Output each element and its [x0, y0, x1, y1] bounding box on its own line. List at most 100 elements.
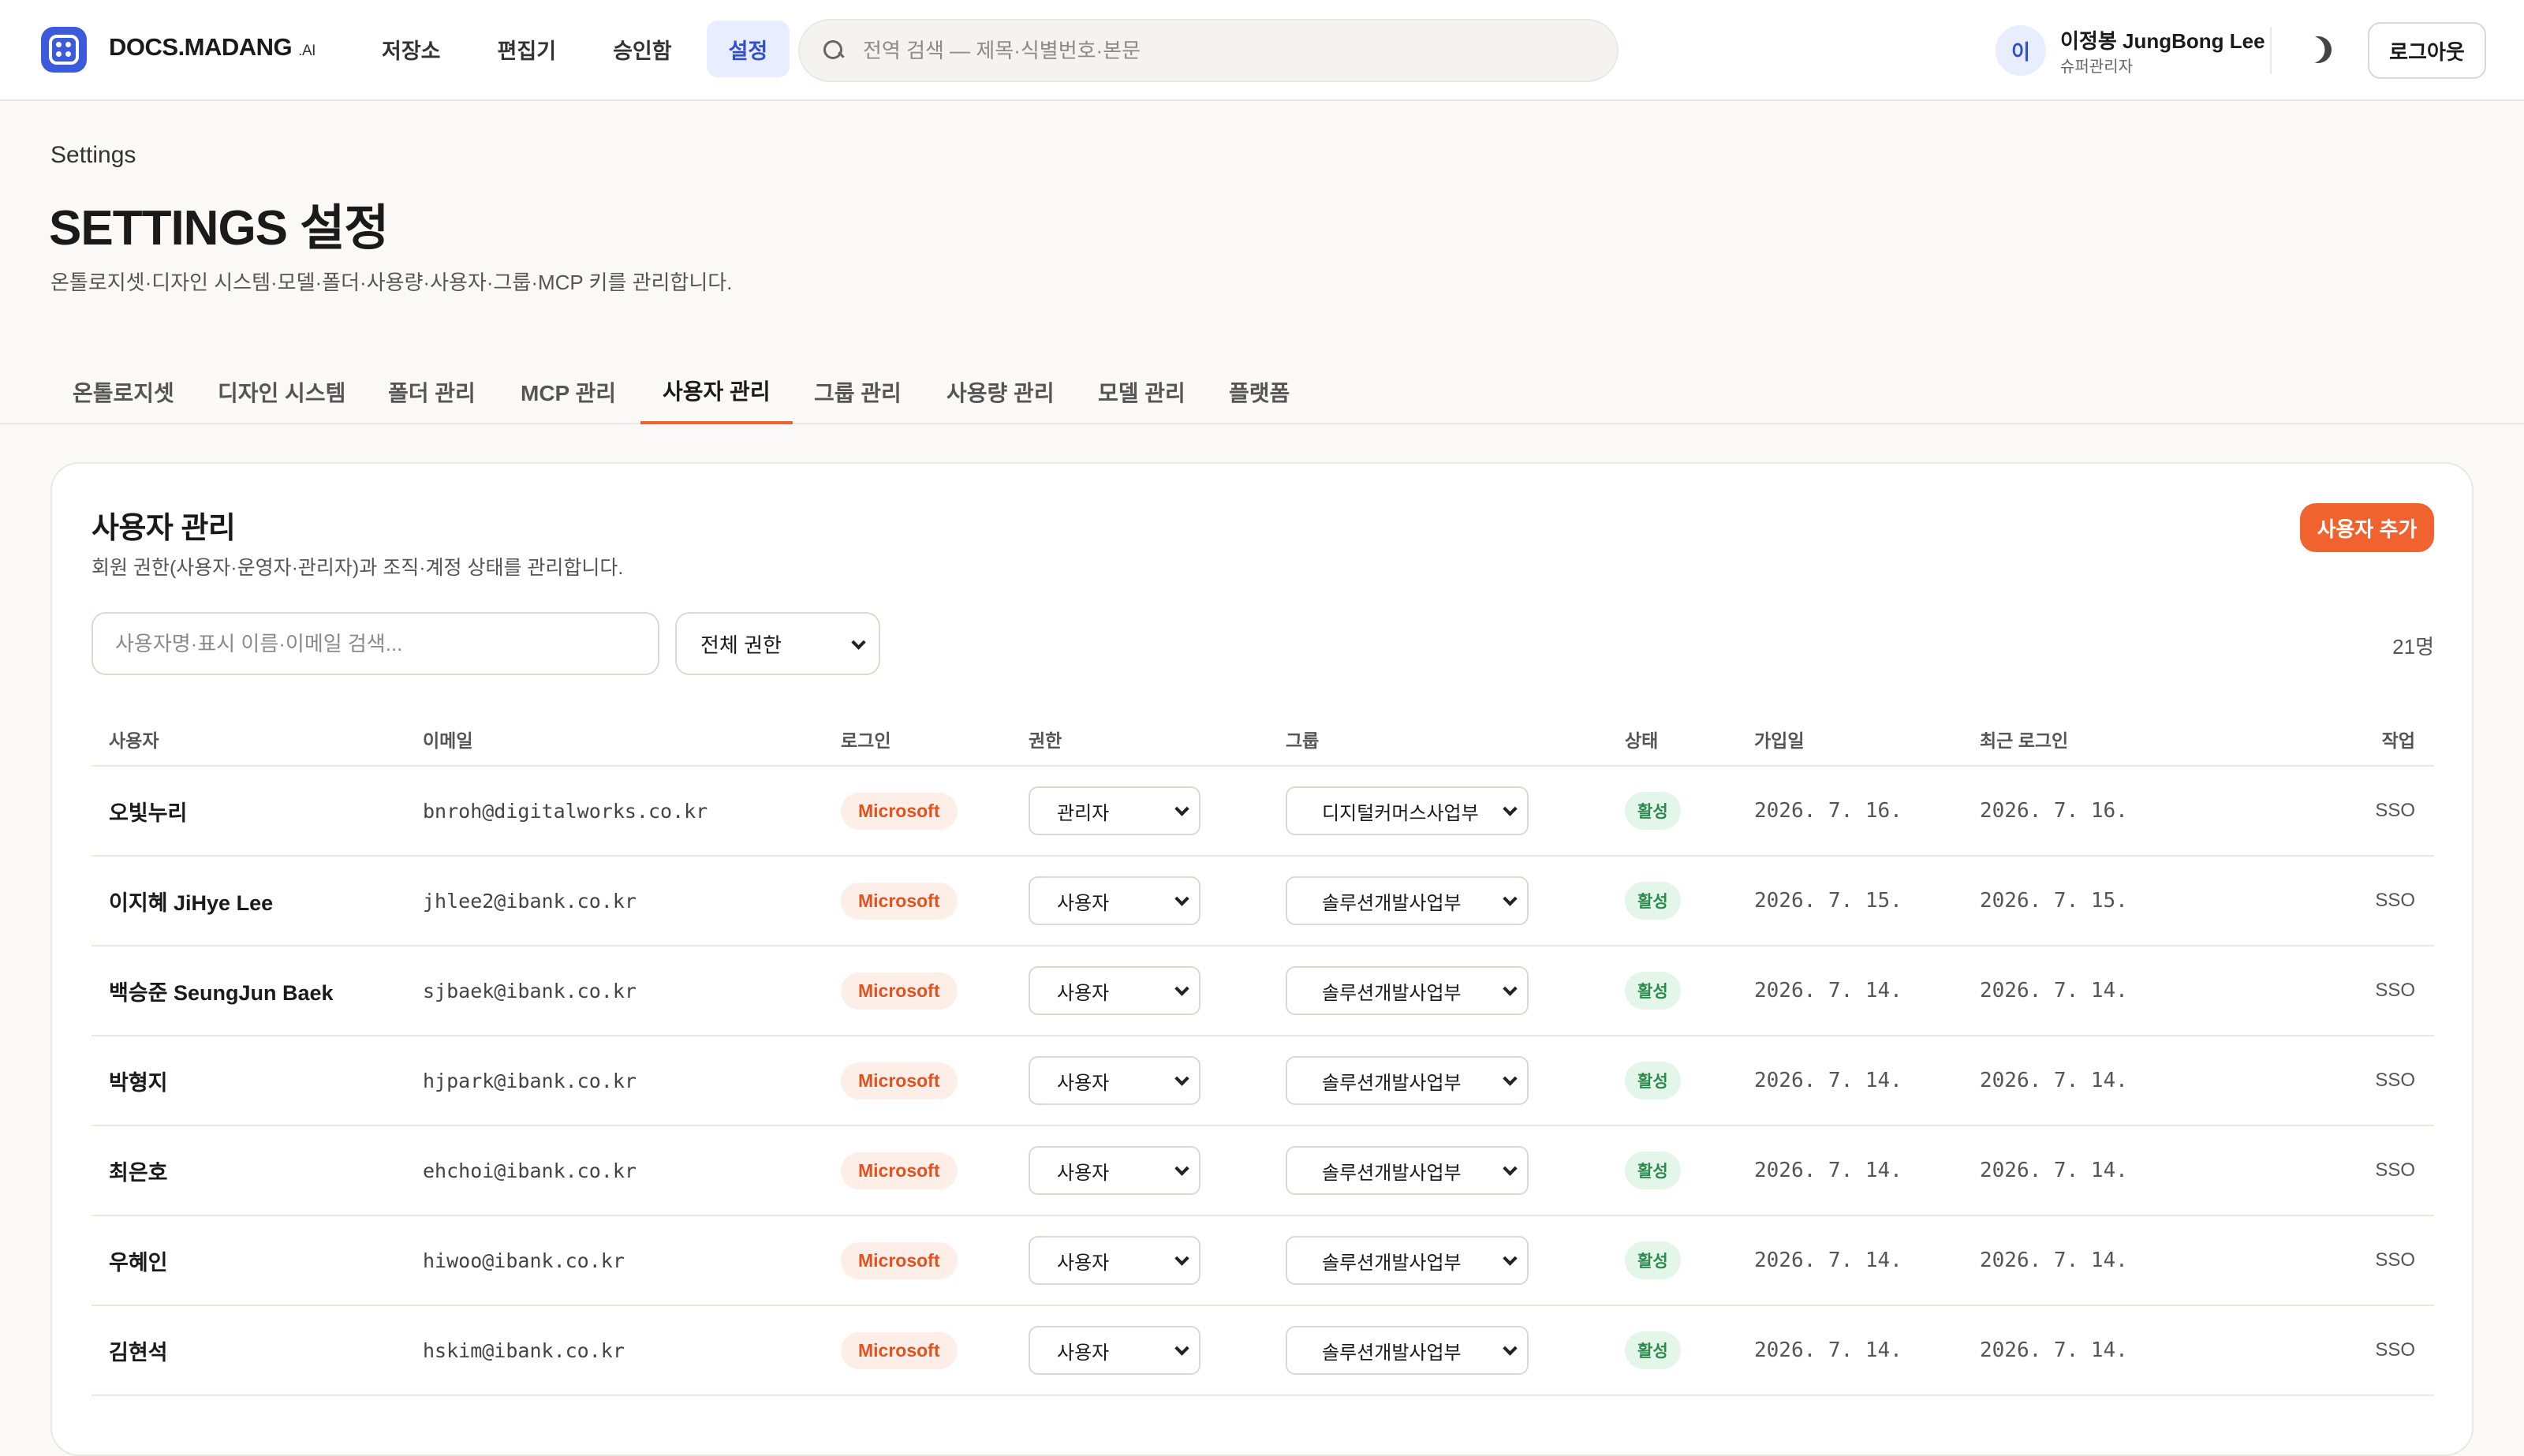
column-header[interactable]: 상태	[1625, 726, 1658, 752]
login-provider-badge: Microsoft	[841, 946, 958, 1035]
chevron-down-icon	[1174, 1251, 1189, 1266]
status-badge: 활성	[1625, 1036, 1681, 1125]
chevron-down-icon	[1503, 801, 1518, 816]
tab-users[interactable]: 사용자 관리	[640, 360, 793, 424]
add-user-button[interactable]: 사용자 추가	[2300, 503, 2434, 552]
last-login-date: 2026. 7. 14.	[1980, 1249, 2128, 1272]
group-select[interactable]: 솔루션개발사업부	[1286, 1146, 1529, 1195]
user-name-cell[interactable]: 오빛누리	[109, 767, 187, 855]
column-header[interactable]: 로그인	[841, 726, 890, 752]
joined-date: 2026. 7. 14.	[1754, 1159, 1902, 1182]
tab-platform[interactable]: 플랫폼	[1207, 360, 1312, 424]
last-login-date: 2026. 7. 14.	[1980, 1069, 2128, 1092]
page-title: SETTINGS 설정	[49, 201, 389, 256]
chevron-down-icon	[1503, 891, 1518, 906]
email-cell: hiwoo@ibank.co.kr	[423, 1249, 625, 1272]
role-select[interactable]: 사용자	[1029, 1056, 1200, 1105]
table-row[interactable]: 오빛누리 bnroh@digitalworks.co.kr Microsoft …	[91, 767, 2434, 857]
user-count: 21명	[2392, 635, 2434, 659]
tab-folders[interactable]: 폴더 관리	[366, 360, 498, 424]
moon-icon[interactable]	[2301, 32, 2335, 67]
role-select[interactable]: 사용자	[1029, 876, 1200, 925]
global-search[interactable]	[798, 19, 1619, 82]
role-select[interactable]: 사용자	[1029, 966, 1200, 1015]
chevron-down-icon	[1174, 1161, 1189, 1176]
action-cell: SSO	[2375, 1249, 2415, 1271]
brand-suffix: .AI	[298, 43, 316, 59]
group-select-value: 솔루션개발사업부	[1322, 892, 1462, 914]
last-login-date: 2026. 7. 14.	[1980, 979, 2128, 1002]
role-select[interactable]: 사용자	[1029, 1146, 1200, 1195]
group-select[interactable]: 솔루션개발사업부	[1286, 1236, 1529, 1285]
tab-mcp[interactable]: MCP 관리	[498, 360, 638, 424]
column-header[interactable]: 작업	[2382, 726, 2415, 752]
chevron-down-icon	[1174, 981, 1189, 996]
role-select-value: 사용자	[1057, 1162, 1110, 1184]
nav-item-repository[interactable]: 저장소	[360, 21, 463, 77]
role-filter-value: 전체 권한	[700, 633, 782, 657]
tab-groups[interactable]: 그룹 관리	[792, 360, 924, 424]
table-row[interactable]: 우혜인 hiwoo@ibank.co.kr Microsoft 사용자 솔루션개…	[91, 1216, 2434, 1306]
role-select[interactable]: 사용자	[1029, 1326, 1200, 1375]
user-name-cell[interactable]: 김현석	[109, 1306, 168, 1394]
user-name-cell[interactable]: 박형지	[109, 1036, 168, 1125]
login-provider-badge: Microsoft	[841, 1216, 958, 1305]
last-login-date: 2026. 7. 14.	[1980, 1159, 2128, 1182]
group-select[interactable]: 솔루션개발사업부	[1286, 876, 1529, 925]
role-select[interactable]: 관리자	[1029, 786, 1200, 835]
table-row[interactable]: 박형지 hjpark@ibank.co.kr Microsoft 사용자 솔루션…	[91, 1036, 2434, 1126]
group-select-value: 디지털커머스사업부	[1322, 802, 1479, 824]
brand[interactable]: DOCS.MADANG .AI	[109, 33, 316, 62]
nav-item-settings[interactable]: 설정	[706, 21, 790, 77]
user-name-cell[interactable]: 최은호	[109, 1126, 168, 1215]
login-provider-label: Microsoft	[841, 1062, 958, 1099]
column-header[interactable]: 권한	[1029, 726, 1062, 752]
chevron-down-icon	[1174, 891, 1189, 906]
chevron-down-icon	[1174, 1341, 1189, 1356]
user-name-cell[interactable]: 이지혜 JiHye Lee	[109, 857, 273, 945]
nav-item-approvals[interactable]: 승인함	[591, 21, 694, 77]
brand-name: DOCS.MADANG	[109, 33, 293, 61]
grid-dots-logo-icon[interactable]	[41, 27, 87, 73]
group-select[interactable]: 솔루션개발사업부	[1286, 1056, 1529, 1105]
top-bar: DOCS.MADANG .AI 저장소 편집기 승인함 설정 이 이정봉 Jung…	[0, 0, 2524, 101]
user-name-cell[interactable]: 백승준 SeungJun Baek	[109, 946, 334, 1035]
user-name-cell[interactable]: 우혜인	[109, 1216, 168, 1305]
table-row[interactable]: 최은호 ehchoi@ibank.co.kr Microsoft 사용자 솔루션…	[91, 1126, 2434, 1216]
user-search-input[interactable]	[91, 612, 659, 675]
role-filter-select[interactable]: 전체 권한	[675, 612, 880, 675]
email-cell: hskim@ibank.co.kr	[423, 1338, 625, 1362]
logout-button[interactable]: 로그아웃	[2368, 22, 2486, 79]
group-select[interactable]: 솔루션개발사업부	[1286, 1326, 1529, 1375]
column-header[interactable]: 사용자	[109, 726, 159, 752]
last-login-date: 2026. 7. 15.	[1980, 889, 2128, 913]
login-provider-label: Microsoft	[841, 1241, 958, 1279]
column-header[interactable]: 최근 로그인	[1980, 726, 2068, 752]
group-select[interactable]: 디지털커머스사업부	[1286, 786, 1529, 835]
column-header[interactable]: 가입일	[1754, 726, 1804, 752]
tab-models[interactable]: 모델 관리	[1076, 360, 1208, 424]
tab-ontology-sets[interactable]: 온톨로지셋	[50, 360, 196, 424]
column-header[interactable]: 그룹	[1286, 726, 1319, 752]
avatar[interactable]: 이	[1996, 25, 2046, 76]
login-provider-badge: Microsoft	[841, 857, 958, 945]
last-login-date: 2026. 7. 14.	[1980, 1338, 2128, 1362]
column-header[interactable]: 이메일	[423, 726, 472, 752]
tab-design-system[interactable]: 디자인 시스템	[196, 360, 368, 424]
global-search-input[interactable]	[863, 38, 1573, 63]
role-select[interactable]: 사용자	[1029, 1236, 1200, 1285]
table-row[interactable]: 이지혜 JiHye Lee jhlee2@ibank.co.kr Microso…	[91, 857, 2434, 946]
user-role: 슈퍼관리자	[2060, 58, 2133, 76]
tab-usage[interactable]: 사용량 관리	[924, 360, 1077, 424]
table-row[interactable]: 백승준 SeungJun Baek sjbaek@ibank.co.kr Mic…	[91, 946, 2434, 1036]
nav-item-editor[interactable]: 편집기	[476, 21, 579, 77]
chevron-down-icon	[1503, 1071, 1518, 1086]
joined-date: 2026. 7. 16.	[1754, 799, 1902, 823]
chevron-down-icon	[1503, 1161, 1518, 1176]
group-select[interactable]: 솔루션개발사업부	[1286, 966, 1529, 1015]
table-row[interactable]: 김현석 hskim@ibank.co.kr Microsoft 사용자 솔루션개…	[91, 1306, 2434, 1396]
group-select-value: 솔루션개발사업부	[1322, 1162, 1462, 1184]
page-description: 온톨로지셋·디자인 시스템·모델·폴더·사용량·사용자·그룹·MCP 키를 관리…	[50, 271, 733, 294]
status-label: 활성	[1625, 1241, 1681, 1279]
last-login-date: 2026. 7. 16.	[1980, 799, 2128, 823]
